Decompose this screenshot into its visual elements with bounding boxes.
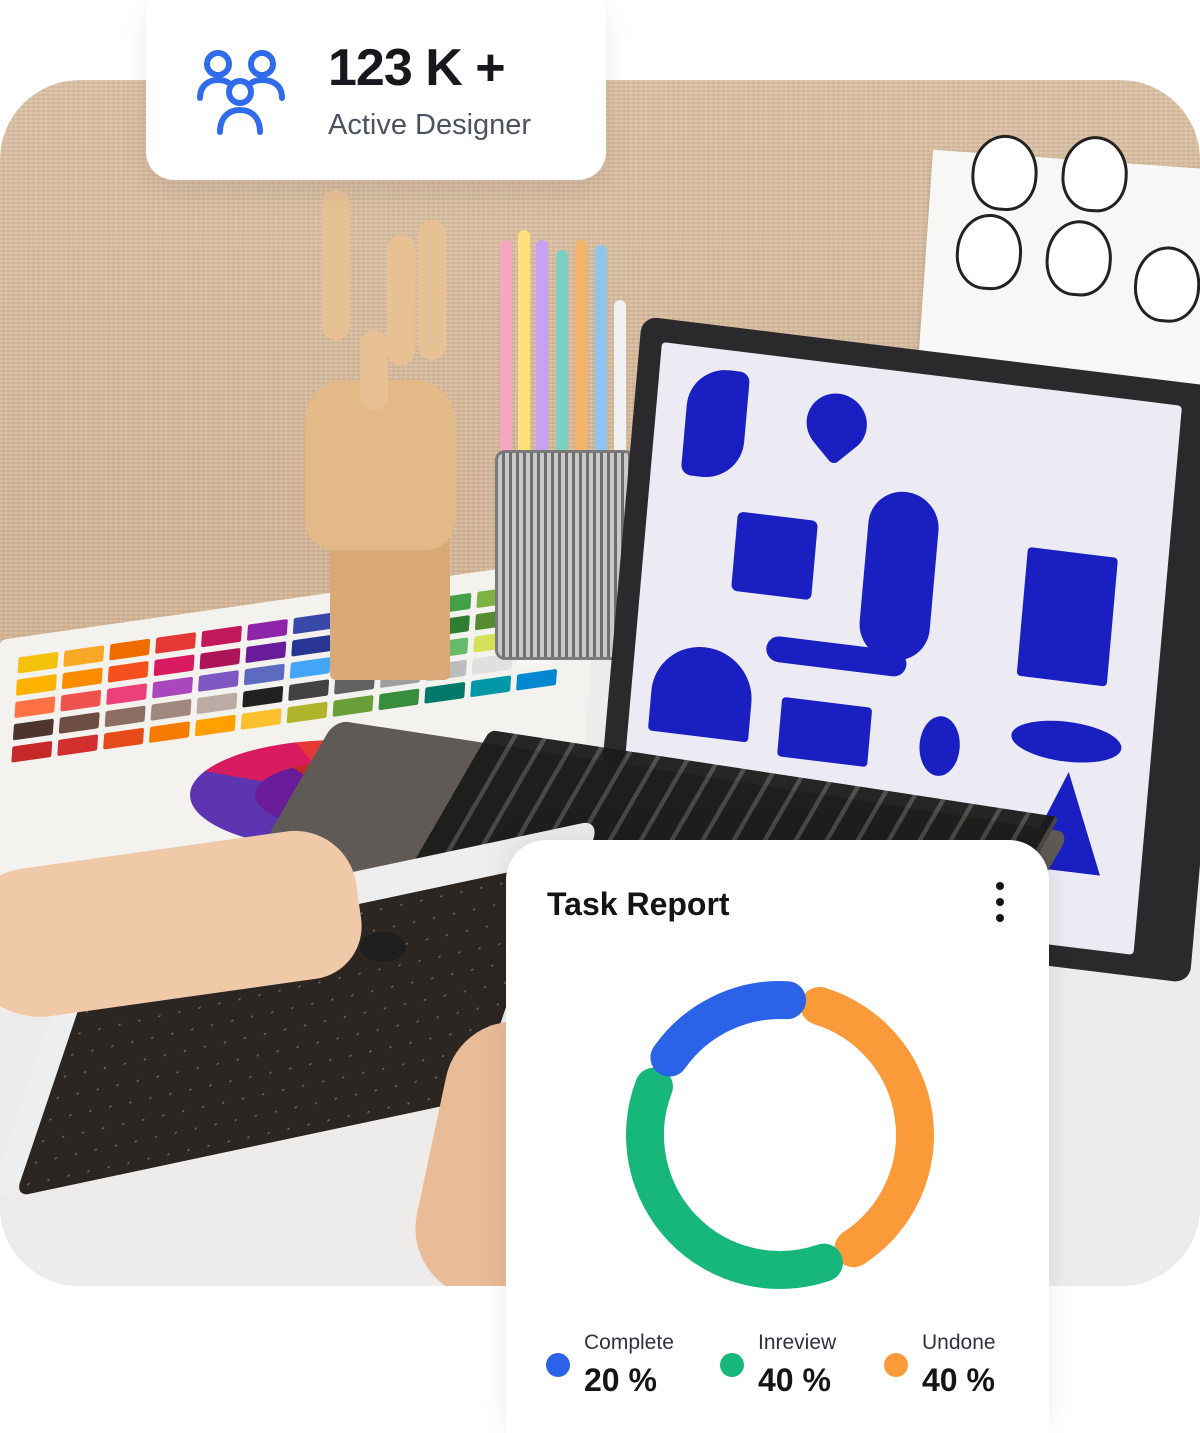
- users-icon: [197, 50, 285, 135]
- legend-dot-inreview: [720, 1353, 744, 1377]
- legend-value-undone: 40 %: [922, 1362, 995, 1398]
- legend-value-complete: 20 %: [584, 1362, 657, 1398]
- legend-value-inreview: 40 %: [758, 1362, 831, 1398]
- kebab-dot: [996, 882, 1004, 890]
- screen-art-eye-block: [731, 511, 819, 601]
- legend-label-complete: Complete: [584, 1331, 674, 1354]
- pencil: [500, 240, 512, 480]
- wooden-finger: [387, 235, 415, 365]
- screen-art-arch: [647, 641, 756, 743]
- kebab-menu-icon[interactable]: [988, 882, 1012, 922]
- sketch-face: [953, 211, 1025, 293]
- donut-segment-complete: [650, 981, 807, 1077]
- legend-dot-complete: [546, 1353, 570, 1377]
- screen-art-heart: [794, 381, 880, 466]
- sketch-face: [1043, 218, 1115, 299]
- wooden-hand-base: [330, 530, 450, 680]
- active-designers-count: 123 K +: [328, 39, 506, 97]
- kebab-dot: [996, 898, 1004, 906]
- kebab-dot: [996, 914, 1004, 922]
- task-donut-chart: [626, 981, 934, 1289]
- donut-segment-inreview: [626, 1067, 843, 1289]
- screen-art-moon: [917, 713, 963, 779]
- tablet-dial: [360, 932, 406, 962]
- screen-art-block: [1016, 546, 1119, 687]
- task-report-card: Task Report Complete 20 % Inreview 40 % …: [506, 840, 1049, 1433]
- screen-art-rect: [777, 696, 873, 768]
- donut-segment-undone: [800, 986, 934, 1268]
- legend-label-undone: Undone: [922, 1331, 996, 1354]
- wooden-finger: [360, 330, 388, 410]
- screen-art-eye: [1009, 715, 1124, 769]
- screen-art-figure: [856, 487, 942, 665]
- sketch-face: [1131, 244, 1200, 325]
- task-report-title: Task Report: [547, 886, 730, 922]
- active-designers-label: Active Designer: [328, 109, 532, 141]
- wooden-finger: [322, 190, 350, 340]
- screen-art-shape: [680, 365, 751, 482]
- wooden-finger: [418, 220, 446, 360]
- legend-dot-undone: [884, 1353, 908, 1377]
- legend-label-inreview: Inreview: [758, 1331, 837, 1354]
